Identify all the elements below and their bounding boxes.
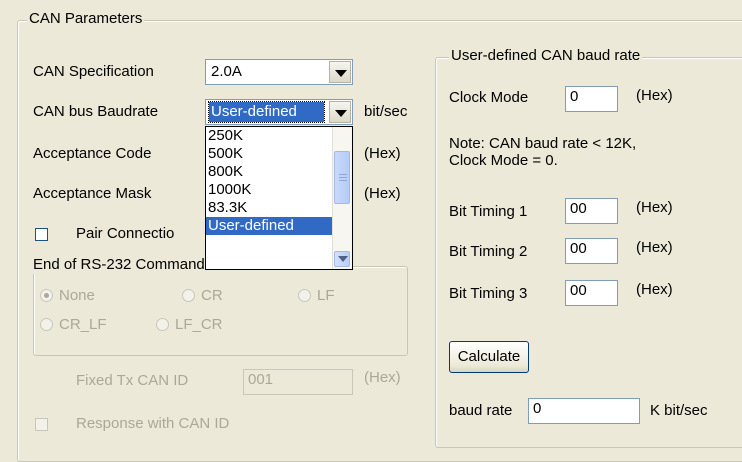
acceptance-mask-unit: (Hex) bbox=[364, 185, 401, 202]
fixed-tx-unit: (Hex) bbox=[364, 369, 401, 386]
radio-lf-label: LF bbox=[317, 287, 335, 304]
bit-timing-2-label: Bit Timing 2 bbox=[449, 243, 528, 260]
radio-lf[interactable] bbox=[298, 289, 311, 302]
baud-option[interactable]: 500K bbox=[206, 145, 334, 163]
bit-timing-1-label: Bit Timing 1 bbox=[449, 203, 528, 220]
baud-rate-label: baud rate bbox=[449, 402, 513, 419]
scroll-thumb[interactable] bbox=[334, 151, 350, 204]
radio-lf-cr[interactable] bbox=[156, 318, 169, 331]
can-parameters-title: CAN Parameters bbox=[27, 10, 145, 28]
bit-timing-3-label: Bit Timing 3 bbox=[449, 285, 528, 302]
calculate-button[interactable]: Calculate bbox=[449, 341, 529, 373]
radio-cr-lf[interactable] bbox=[40, 318, 53, 331]
clock-mode-input[interactable]: 0 bbox=[565, 86, 618, 112]
bit-timing-2-unit: (Hex) bbox=[636, 239, 673, 256]
pair-connection-checkbox[interactable] bbox=[35, 228, 48, 241]
can-spec-value: 2.0A bbox=[211, 63, 242, 80]
baud-rate-unit: K bit/sec bbox=[650, 402, 708, 419]
bit-timing-1-input[interactable]: 00 bbox=[565, 198, 618, 224]
bit-timing-3-input[interactable]: 00 bbox=[565, 280, 618, 306]
dropdown-scrollbar[interactable] bbox=[332, 127, 352, 269]
acceptance-code-unit: (Hex) bbox=[364, 145, 401, 162]
response-checkbox[interactable] bbox=[35, 418, 48, 431]
can-baud-label: CAN bus Baudrate bbox=[33, 103, 159, 120]
radio-cr-label: CR bbox=[201, 287, 223, 304]
radio-cr[interactable] bbox=[182, 289, 195, 302]
note-line-2: Clock Mode = 0. bbox=[449, 152, 558, 169]
can-spec-combo[interactable]: 2.0A bbox=[205, 59, 353, 85]
chevron-down-icon[interactable] bbox=[329, 101, 351, 123]
rs232-title: End of RS-232 Command bbox=[31, 256, 207, 274]
chevron-down-icon[interactable] bbox=[329, 61, 351, 83]
radio-lf-cr-label: LF_CR bbox=[175, 316, 223, 333]
scroll-down-arrow-icon[interactable] bbox=[334, 251, 350, 267]
can-baud-combo[interactable]: User-defined bbox=[205, 99, 353, 125]
can-spec-label: CAN Specification bbox=[33, 63, 154, 80]
baud-unit-label: bit/sec bbox=[364, 103, 408, 120]
baud-dropdown-list[interactable]: 250K 500K 800K 1000K 83.3K User-defined bbox=[205, 126, 353, 270]
bit-timing-3-unit: (Hex) bbox=[636, 281, 673, 298]
clock-mode-label: Clock Mode bbox=[449, 89, 529, 106]
baud-option[interactable]: 800K bbox=[206, 163, 334, 181]
pair-connection-label: Pair Connectio bbox=[76, 225, 175, 242]
fixed-tx-input[interactable]: 001 bbox=[243, 369, 353, 395]
radio-none[interactable] bbox=[40, 289, 53, 302]
acceptance-mask-label: Acceptance Mask bbox=[33, 185, 152, 202]
rs232-group bbox=[33, 266, 408, 356]
fixed-tx-label: Fixed Tx CAN ID bbox=[76, 372, 189, 389]
baud-rate-input[interactable]: 0 bbox=[528, 398, 640, 424]
bit-timing-2-input[interactable]: 00 bbox=[565, 238, 618, 264]
baud-option[interactable]: 83.3K bbox=[206, 199, 334, 217]
user-baud-title: User-defined CAN baud rate bbox=[449, 47, 643, 65]
bit-timing-1-unit: (Hex) bbox=[636, 199, 673, 216]
baud-option-selected[interactable]: User-defined bbox=[206, 217, 334, 235]
baud-option[interactable]: 1000K bbox=[206, 181, 334, 199]
acceptance-code-label: Acceptance Code bbox=[33, 145, 152, 162]
radio-none-label: None bbox=[59, 287, 95, 304]
radio-cr-lf-label: CR_LF bbox=[59, 316, 107, 333]
clock-mode-unit: (Hex) bbox=[636, 87, 673, 104]
can-baud-value: User-defined bbox=[208, 101, 325, 123]
baud-option[interactable]: 250K bbox=[206, 127, 334, 145]
response-label: Response with CAN ID bbox=[76, 415, 230, 432]
